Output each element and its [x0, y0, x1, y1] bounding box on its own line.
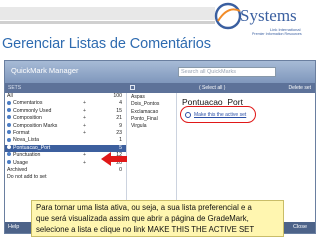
set-icon	[7, 159, 11, 164]
note-line-3: selecione a lista e clique no link MAKE …	[36, 225, 255, 234]
instruction-note: Para tornar uma lista ativa, ou seja, a …	[31, 200, 284, 237]
set-count: 4	[119, 100, 122, 107]
add-to-set-icon[interactable]: +	[83, 108, 86, 115]
add-to-set-icon[interactable]: +	[83, 100, 86, 107]
detail-column-header: ( Select all ) Delete set	[177, 83, 315, 93]
marks-list: Aspas Dois_Pontos Exclamacao Ponto_Final Vir…	[128, 93, 177, 211]
slide-title: Gerenciar Listas de Comentários	[2, 36, 211, 52]
set-label: Format	[13, 129, 30, 136]
search-input[interactable]: Search all QuickMarks	[178, 67, 276, 77]
delete-set-button[interactable]: Delete set	[288, 85, 311, 91]
set-label: Punctuation	[13, 152, 41, 159]
add-to-set-icon[interactable]: +	[83, 115, 86, 122]
set-label: Composition	[13, 115, 42, 122]
set-count: 1	[119, 137, 122, 144]
header-stripe	[0, 7, 215, 20]
quickmark-item[interactable]: Virgula	[128, 123, 176, 130]
set-label: Comentarios	[13, 100, 43, 107]
set-label: Nova_Lista	[13, 137, 39, 144]
note-line-2: que será visualizada assim que abrir a p…	[36, 214, 249, 223]
make-active-set-label: Make this the active set	[194, 112, 247, 118]
set-row[interactable]: Composition Marks +9	[5, 123, 126, 130]
set-icon	[7, 115, 11, 120]
set-icon	[7, 100, 11, 105]
set-icon	[7, 152, 11, 157]
set-row[interactable]: Do not add to set	[5, 174, 126, 181]
add-to-set-icon[interactable]: +	[83, 160, 86, 167]
set-icon	[7, 122, 11, 127]
quickmark-item[interactable]: Ponto_Final	[128, 116, 176, 123]
set-count: 21	[116, 115, 122, 122]
note-line-1: Para tornar uma lista ativa, ou seja, a …	[36, 203, 252, 212]
header-stripe-thin	[0, 21, 215, 24]
make-active-set-link[interactable]: Make this the active set	[185, 112, 247, 118]
set-icon	[7, 108, 11, 113]
set-icon	[7, 145, 11, 150]
set-row[interactable]: Commonly Used +15	[5, 108, 126, 115]
systems-logo: Systems Link International Premier Infor…	[214, 1, 320, 41]
app-header: QuickMark Manager Search all QuickMarks	[5, 61, 315, 83]
set-count: 15	[116, 107, 122, 114]
pointer-arrow-icon	[101, 152, 127, 166]
logo-line2: Premier Information Resources	[252, 32, 302, 36]
set-label: Archived	[7, 166, 28, 173]
logo-brand: Systems	[240, 6, 297, 25]
select-all-link[interactable]: ( Select all )	[199, 83, 225, 93]
set-icon	[7, 137, 11, 142]
set-count: 100	[113, 93, 122, 99]
set-row[interactable]: Archived 0	[5, 167, 126, 174]
set-label: Do not add to set	[7, 174, 47, 181]
set-label: Commonly Used	[13, 107, 52, 114]
sets-column-header: SETS	[5, 83, 127, 93]
set-label: Usage	[13, 159, 28, 166]
close-button[interactable]: Close	[293, 224, 307, 230]
set-label: Composition Marks	[13, 122, 58, 129]
marks-column-header	[127, 83, 177, 93]
set-count: 9	[119, 122, 122, 129]
select-all-checkbox[interactable]	[130, 85, 135, 91]
add-to-set-icon[interactable]: +	[83, 123, 86, 130]
set-row[interactable]: Format +23	[5, 130, 126, 137]
set-icon	[7, 130, 11, 135]
add-to-set-icon[interactable]: +	[83, 152, 86, 159]
set-row[interactable]: Comentarios +4	[5, 100, 126, 107]
active-set-icon	[185, 112, 191, 118]
help-button[interactable]: Help	[8, 224, 19, 230]
set-label: Pontuacao_Port	[13, 144, 51, 151]
set-count: 23	[116, 129, 122, 136]
set-row[interactable]: Composition +21	[5, 115, 126, 122]
add-to-set-icon[interactable]: +	[83, 130, 86, 137]
app-title: QuickMark Manager	[11, 66, 79, 75]
quickmark-item[interactable]: Exclamacao	[128, 109, 176, 116]
set-count: 0	[119, 166, 122, 173]
set-row[interactable]: All 100	[5, 93, 126, 100]
set-label: All	[7, 93, 13, 99]
quickmark-item[interactable]: Aspas	[128, 94, 176, 101]
set-detail-pane: Pontuacao_Port Make this the active set	[178, 93, 315, 211]
quickmark-item[interactable]: Dois_Pontos	[128, 101, 176, 108]
set-row[interactable]: Nova_Lista 1	[5, 137, 126, 144]
